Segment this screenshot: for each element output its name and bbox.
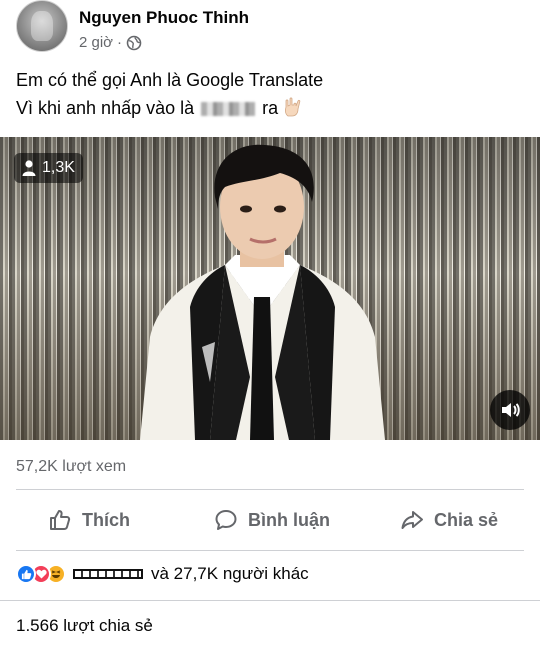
post-time[interactable]: 2 giờ [79, 34, 113, 51]
thumbs-up-icon [50, 510, 71, 530]
globe-icon [126, 35, 142, 50]
post-text-line-2-end: ra [262, 98, 279, 118]
person-icon [22, 160, 36, 176]
post-text-line-2: Vì khi anh nhấp vào là ra [16, 94, 323, 122]
volume-button[interactable] [490, 390, 530, 430]
redacted-name [73, 569, 143, 579]
share-button[interactable]: Chia sẻ [400, 490, 498, 550]
meta-separator: · [117, 34, 123, 51]
section-divider [0, 600, 540, 601]
post-action-bar: Thích Bình luận Chia sẻ [16, 489, 524, 551]
share-button-label: Chia sẻ [434, 509, 499, 530]
like-icon [16, 564, 36, 584]
author-name[interactable]: Nguyen Phuoc Thinh [79, 8, 249, 28]
post-text-line-1: Em có thể gọi Anh là Google Translate [16, 70, 324, 90]
comment-button[interactable]: Bình luận [214, 490, 330, 550]
comment-button-label: Bình luận [248, 509, 330, 530]
comment-icon [215, 510, 237, 530]
author-avatar[interactable] [16, 0, 68, 52]
post-text: Em có thể gọi Anh là Google Translate Vì… [16, 66, 323, 122]
like-button-label: Thích [82, 509, 130, 530]
post-text-line-2-start: Vì khi anh nhấp vào là [16, 98, 195, 118]
volume-icon [502, 403, 520, 417]
rock-hand-emoji-icon [285, 97, 301, 117]
share-arrow-icon [401, 511, 423, 529]
viewer-count: 1,3K [42, 159, 75, 176]
video-view-count: 57,2K lượt xem [16, 458, 127, 475]
post-header: Nguyen Phuoc Thinh 2 giờ · [0, 0, 540, 60]
video-player[interactable]: 1,3K [0, 137, 540, 440]
censored-word [201, 102, 256, 117]
like-button[interactable]: Thích [48, 490, 130, 550]
video-subject [140, 144, 385, 440]
reactions-summary[interactable]: và 27,7K người khác [16, 559, 309, 589]
share-count[interactable]: 1.566 lượt chia sẻ [16, 616, 153, 636]
reactions-text[interactable]: và 27,7K người khác [151, 564, 309, 584]
live-viewer-badge: 1,3K [14, 153, 83, 183]
post-meta: 2 giờ · [79, 34, 142, 51]
